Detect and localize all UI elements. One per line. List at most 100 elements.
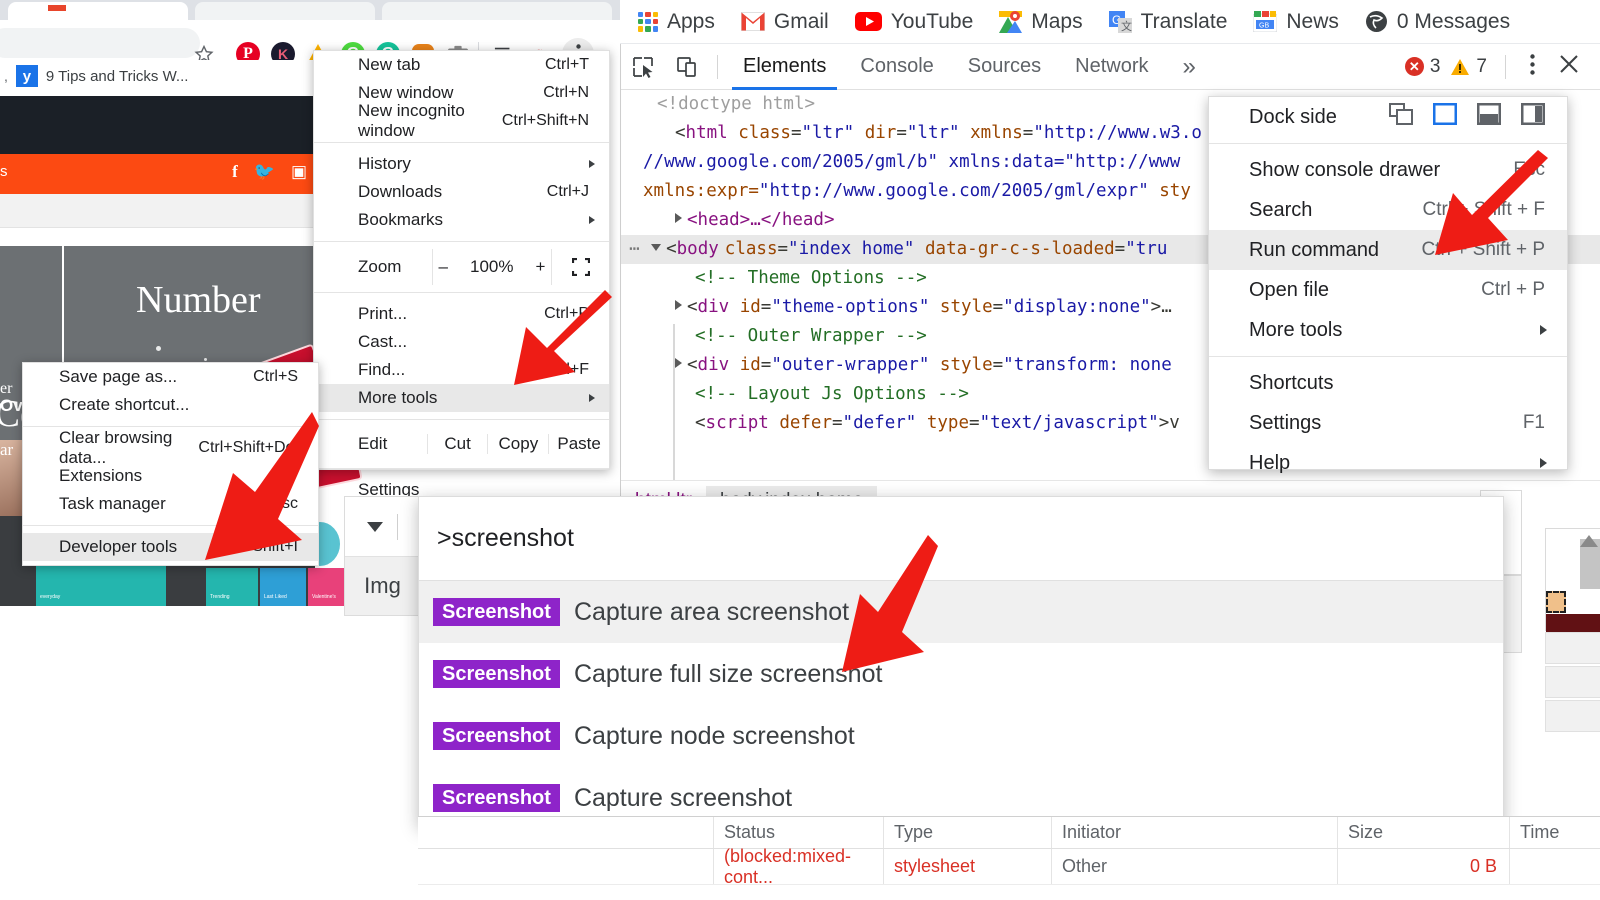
- expand-triangle-icon[interactable]: [675, 213, 682, 223]
- expand-triangle-icon[interactable]: [675, 300, 682, 310]
- menu-label: Downloads: [358, 182, 443, 201]
- command-result-capture-node-screenshot[interactable]: Screenshot Capture node screenshot: [419, 705, 1503, 767]
- menu-zoom-row: Zoom – 100% +: [314, 249, 609, 285]
- expand-triangle-icon[interactable]: [675, 358, 682, 368]
- column-status[interactable]: Status: [714, 817, 884, 848]
- address-bar[interactable]: [0, 28, 200, 58]
- menu-label: Shortcuts: [1249, 371, 1334, 394]
- site-subnav: [0, 194, 315, 228]
- zoom-out-button[interactable]: –: [439, 257, 448, 277]
- cut-button[interactable]: Cut: [428, 434, 489, 454]
- menu-label: Developer tools: [59, 537, 178, 556]
- cell-status: (blocked:mixed-cont...: [714, 846, 884, 887]
- menu-item-search[interactable]: Search Ctrl + Shift + F: [1209, 190, 1567, 230]
- menu-item-clear-browsing-data[interactable]: Clear browsing data... Ctrl+Shift+Del: [23, 428, 318, 467]
- menu-item-history[interactable]: History: [314, 150, 609, 178]
- menu-item-find[interactable]: Find... Ctrl+F: [314, 356, 609, 384]
- twitter-icon[interactable]: 🐦: [254, 162, 275, 182]
- column-time[interactable]: Time: [1510, 817, 1600, 848]
- menu-item-bookmarks[interactable]: Bookmarks: [314, 206, 609, 234]
- copy-button[interactable]: Copy: [488, 434, 550, 454]
- menu-item-more-tools[interactable]: More tools: [1209, 310, 1567, 350]
- menu-item-shortcuts[interactable]: Shortcuts: [1209, 363, 1567, 403]
- column-type[interactable]: Type: [884, 817, 1052, 848]
- bookmark-news[interactable]: GB News: [1253, 10, 1339, 34]
- bookmark-maps[interactable]: Maps: [999, 10, 1083, 34]
- tab-sources[interactable]: Sources: [951, 44, 1058, 90]
- dock-right-icon[interactable]: [1520, 102, 1546, 131]
- bookmark-gmail[interactable]: Gmail: [740, 10, 829, 34]
- dock-left-icon[interactable]: [1432, 102, 1458, 131]
- bookmark-messages[interactable]: 0 Messages: [1365, 10, 1510, 34]
- tab-elements[interactable]: Elements: [726, 44, 843, 90]
- command-result-capture-full-size-screenshot[interactable]: Screenshot Capture full size screenshot: [419, 643, 1503, 705]
- bookmark-apps[interactable]: Apps: [638, 10, 715, 34]
- menu-item-show-console-drawer[interactable]: Show console drawer Esc: [1209, 150, 1567, 190]
- menu-separator: [314, 419, 609, 420]
- tabs-overflow-icon[interactable]: »: [1166, 44, 1213, 90]
- three-dot-menu-icon[interactable]: [1524, 53, 1541, 80]
- instagram-icon[interactable]: ▣: [291, 162, 307, 182]
- menu-item-create-shortcut[interactable]: Create shortcut...: [23, 391, 318, 419]
- devtools-toolbar: Elements Console Sources Network » ✕ 3 7: [621, 44, 1600, 90]
- menu-edit-row: Edit Cut Copy Paste: [314, 427, 609, 461]
- warning-badge[interactable]: 7: [1450, 56, 1487, 78]
- error-badge[interactable]: ✕ 3: [1404, 56, 1440, 78]
- menu-item-help[interactable]: Help: [1209, 443, 1567, 483]
- menu-item-cast[interactable]: Cast...: [314, 328, 609, 356]
- column-name[interactable]: [418, 817, 714, 848]
- cell-name: [418, 849, 714, 884]
- dock-bottom-icon[interactable]: [1476, 102, 1502, 131]
- table-row[interactable]: (blocked:mixed-cont... stylesheet Other …: [418, 846, 1600, 887]
- bookmark-translate[interactable]: G 文 Translate: [1108, 10, 1227, 34]
- command-result-capture-area-screenshot[interactable]: Screenshot Capture area screenshot: [419, 581, 1503, 643]
- menu-item-new-tab[interactable]: New tab Ctrl+T: [314, 51, 609, 79]
- bookmark-overflow: ,: [4, 68, 8, 84]
- sparkle-icon: [204, 358, 207, 361]
- menu-item-new-incognito-window[interactable]: New incognito window Ctrl+Shift+N: [314, 101, 609, 140]
- more-tools-submenu: Save page as... Ctrl+S Create shortcut..…: [22, 362, 319, 566]
- menu-item-save-page-as[interactable]: Save page as... Ctrl+S: [23, 363, 318, 391]
- network-filter-panel: Img: [344, 496, 420, 616]
- paste-button[interactable]: Paste: [549, 434, 609, 454]
- menu-item-settings[interactable]: Settings F1: [1209, 403, 1567, 443]
- browser-tab[interactable]: [382, 2, 612, 20]
- menu-item-developer-tools[interactable]: Developer tools Ctrl+Shift+I: [23, 533, 318, 561]
- site-tile[interactable]: Trending: [206, 568, 258, 606]
- command-category-tag: Screenshot: [433, 660, 560, 688]
- bookmark-youtube[interactable]: YouTube: [854, 10, 973, 34]
- site-tile[interactable]: Last Liked: [260, 568, 306, 606]
- menu-item-print[interactable]: Print... Ctrl+P: [314, 300, 609, 328]
- bookmark-label: 0 Messages: [1396, 9, 1511, 33]
- column-initiator[interactable]: Initiator: [1052, 817, 1338, 848]
- device-toolbar-icon[interactable]: [665, 44, 709, 90]
- close-icon[interactable]: [1551, 52, 1587, 81]
- menu-item-task-manager[interactable]: Task manager Shift+Esc: [23, 490, 318, 518]
- toolbar-divider: [1505, 54, 1506, 79]
- menu-shortcut: Ctrl+Shift+Del: [198, 439, 298, 456]
- zoom-in-button[interactable]: +: [536, 257, 546, 277]
- inspect-element-icon[interactable]: [621, 44, 665, 90]
- filter-type-img[interactable]: Img: [345, 557, 420, 615]
- tab-console[interactable]: Console: [843, 44, 950, 90]
- browser-tab[interactable]: [195, 2, 375, 20]
- dock-undock-icon[interactable]: [1389, 103, 1413, 131]
- menu-label: Print...: [358, 304, 408, 323]
- more-dots-icon[interactable]: ⋯: [629, 239, 641, 259]
- menu-item-downloads[interactable]: Downloads Ctrl+J: [314, 178, 609, 206]
- column-size[interactable]: Size: [1338, 817, 1510, 848]
- globe-icon: [1365, 11, 1387, 32]
- filter-dropdown-icon[interactable]: [345, 497, 420, 557]
- tab-network[interactable]: Network: [1058, 44, 1165, 90]
- menu-item-open-file[interactable]: Open file Ctrl + P: [1209, 270, 1567, 310]
- bookmark-item[interactable]: y 9 Tips and Tricks W...: [15, 65, 188, 87]
- menu-item-more-tools[interactable]: More tools: [314, 384, 609, 412]
- facebook-icon[interactable]: f: [232, 162, 238, 182]
- site-header-dark: [0, 96, 315, 154]
- collapse-triangle-icon[interactable]: [651, 244, 662, 251]
- fullscreen-icon[interactable]: [552, 258, 609, 276]
- site-tile-label: Trending: [210, 594, 230, 600]
- browser-tab[interactable]: [8, 2, 188, 20]
- command-input[interactable]: >screenshot: [419, 497, 1503, 581]
- menu-item-run-command[interactable]: Run command Ctrl + Shift + P: [1209, 230, 1567, 270]
